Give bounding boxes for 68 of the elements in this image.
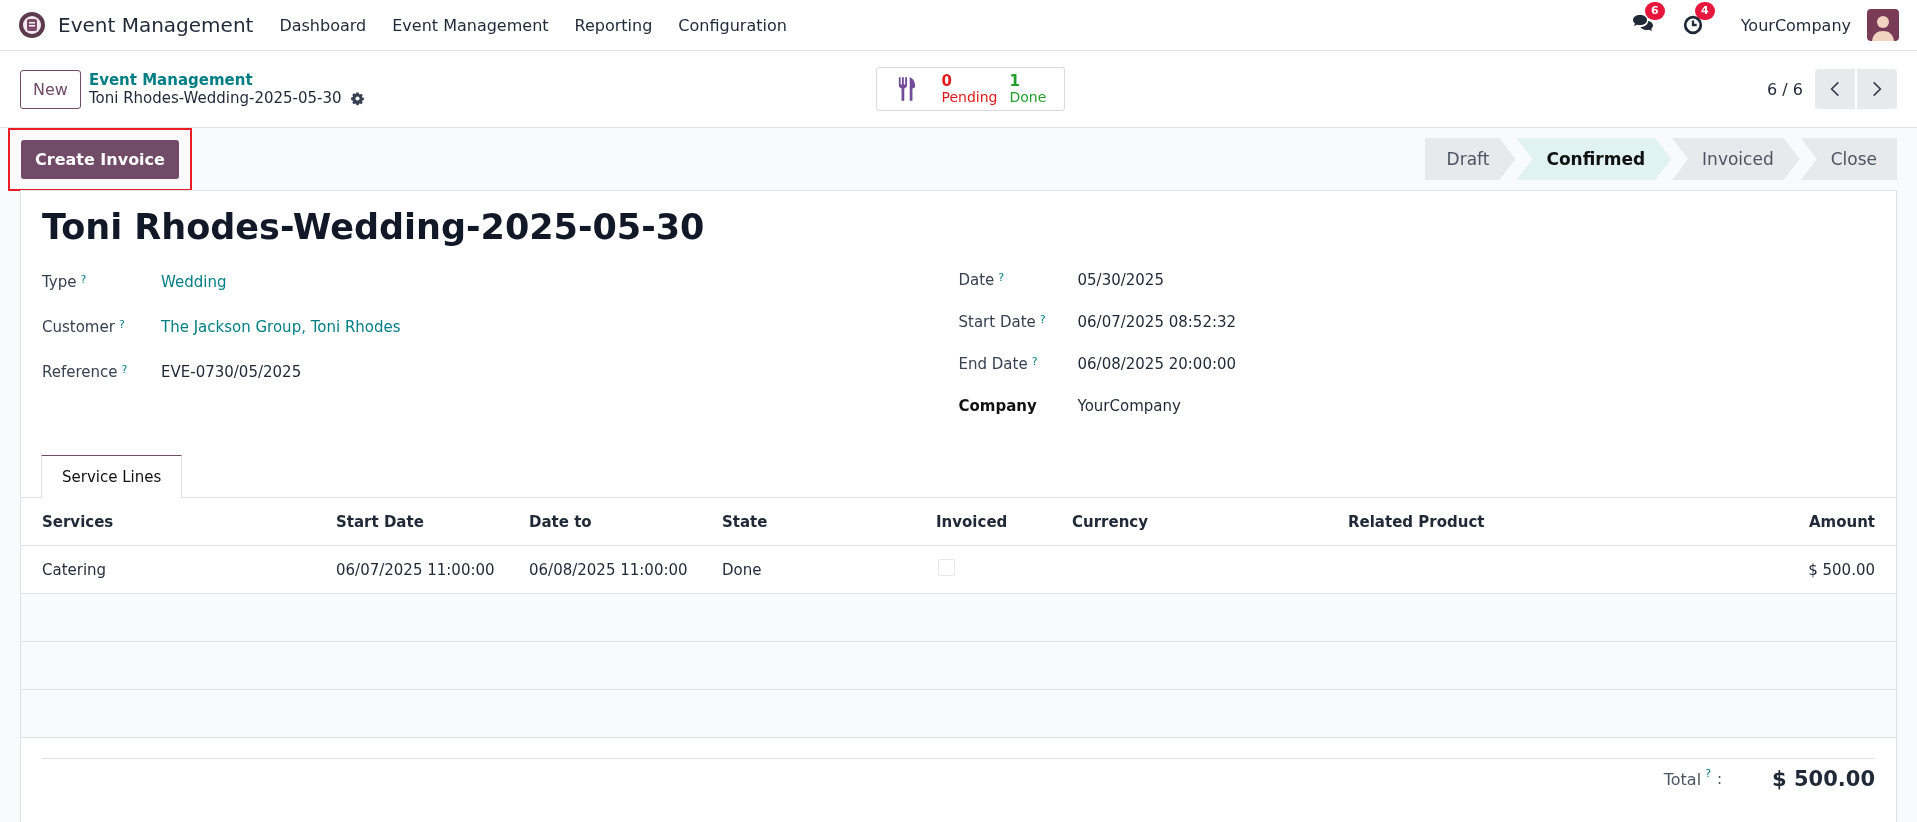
- chevron-right-icon: [1872, 80, 1882, 98]
- app-logo-icon[interactable]: [18, 11, 46, 39]
- status-step[interactable]: Draft: [1424, 138, 1516, 180]
- service-status-button[interactable]: 0 Pending 1 Done: [876, 67, 1066, 111]
- column-header[interactable]: Start Date: [336, 512, 529, 531]
- field-value: 06/07/2025 08:52:32: [1077, 313, 1237, 331]
- record-name: Toni Rhodes-Wedding-2025-05-30: [88, 89, 342, 107]
- new-button[interactable]: New: [20, 69, 81, 109]
- pending-label: Pending: [941, 89, 998, 105]
- help-tooltip-mark[interactable]: ?: [1039, 313, 1046, 326]
- status-step[interactable]: Invoiced: [1672, 138, 1800, 180]
- total-label: Total: [1663, 769, 1702, 789]
- invoiced-checkbox[interactable]: [938, 559, 955, 576]
- done-count: 1: [1009, 73, 1020, 90]
- field-value: YourCompany: [1077, 397, 1181, 415]
- field-label: Start Date: [958, 313, 1036, 331]
- field-value: EVE-0730/05/2025: [161, 362, 302, 381]
- help-tooltip-mark[interactable]: ?: [118, 317, 125, 331]
- field-value: 06/08/2025 20:00:00: [1077, 355, 1237, 373]
- done-label: Done: [1009, 89, 1047, 105]
- table-cell-text: $ 500.00: [1807, 560, 1875, 579]
- field-label: End Date: [958, 355, 1028, 373]
- pending-count: 0: [941, 73, 952, 90]
- menu-item[interactable]: Event Management: [392, 15, 549, 35]
- total-colon: :: [1716, 770, 1723, 788]
- column-header[interactable]: Date to: [529, 512, 722, 531]
- record-title: Toni Rhodes-Wedding-2025-05-30: [42, 207, 706, 247]
- pager-counter: 6 / 6: [1767, 79, 1803, 99]
- field-label: Reference: [42, 362, 118, 381]
- field-value: 05/30/2025: [1077, 271, 1164, 289]
- table-cell-text: Done: [722, 560, 763, 579]
- menu-item[interactable]: Dashboard: [279, 15, 367, 35]
- status-step[interactable]: Close: [1800, 138, 1897, 180]
- help-tooltip-mark[interactable]: ?: [1031, 355, 1038, 368]
- column-header[interactable]: Currency: [1072, 512, 1348, 531]
- field-label: Company: [958, 397, 1037, 415]
- help-tooltip-mark[interactable]: ?: [998, 271, 1005, 284]
- help-tooltip-mark[interactable]: ?: [121, 362, 128, 376]
- notebook-tab[interactable]: Service Lines: [41, 455, 183, 498]
- column-header[interactable]: State: [722, 512, 936, 531]
- menu-item[interactable]: Reporting: [574, 15, 653, 35]
- field-value-link[interactable]: Wedding: [161, 272, 227, 291]
- app-name[interactable]: Event Management: [58, 13, 254, 37]
- cutlery-icon: [897, 76, 918, 102]
- settings-icon[interactable]: [349, 90, 365, 106]
- field-label: Date: [958, 271, 995, 289]
- message-count-badge: 6: [1644, 2, 1665, 20]
- chevron-left-icon: [1830, 80, 1840, 98]
- table-cell-text: 06/08/2025 11:00:00: [529, 560, 689, 579]
- column-header[interactable]: Invoiced: [936, 512, 1072, 531]
- field-value-link[interactable]: The Jackson Group, Toni Rhodes: [161, 317, 401, 336]
- column-header[interactable]: Services: [42, 512, 336, 531]
- breadcrumb-link[interactable]: Event Management: [88, 71, 365, 89]
- column-header[interactable]: Amount: [1715, 512, 1875, 531]
- help-tooltip-mark[interactable]: ?: [80, 272, 87, 286]
- menu-item[interactable]: Configuration: [678, 15, 787, 35]
- user-avatar-icon[interactable]: [1867, 9, 1899, 41]
- table-cell-text: 06/07/2025 11:00:00: [336, 560, 496, 579]
- column-header[interactable]: Related Product: [1348, 512, 1715, 531]
- field-label: Customer: [42, 317, 115, 336]
- activity-count-badge: 4: [1694, 2, 1715, 20]
- table-cell-text: Catering: [42, 560, 108, 579]
- create-invoice-button[interactable]: Create Invoice: [21, 139, 179, 179]
- total-amount: $ 500.00: [1772, 767, 1875, 791]
- help-tooltip-mark[interactable]: ?: [1705, 767, 1711, 780]
- status-step[interactable]: Confirmed: [1516, 138, 1672, 180]
- company-switcher[interactable]: YourCompany: [1740, 15, 1851, 35]
- field-label: Type: [42, 272, 77, 291]
